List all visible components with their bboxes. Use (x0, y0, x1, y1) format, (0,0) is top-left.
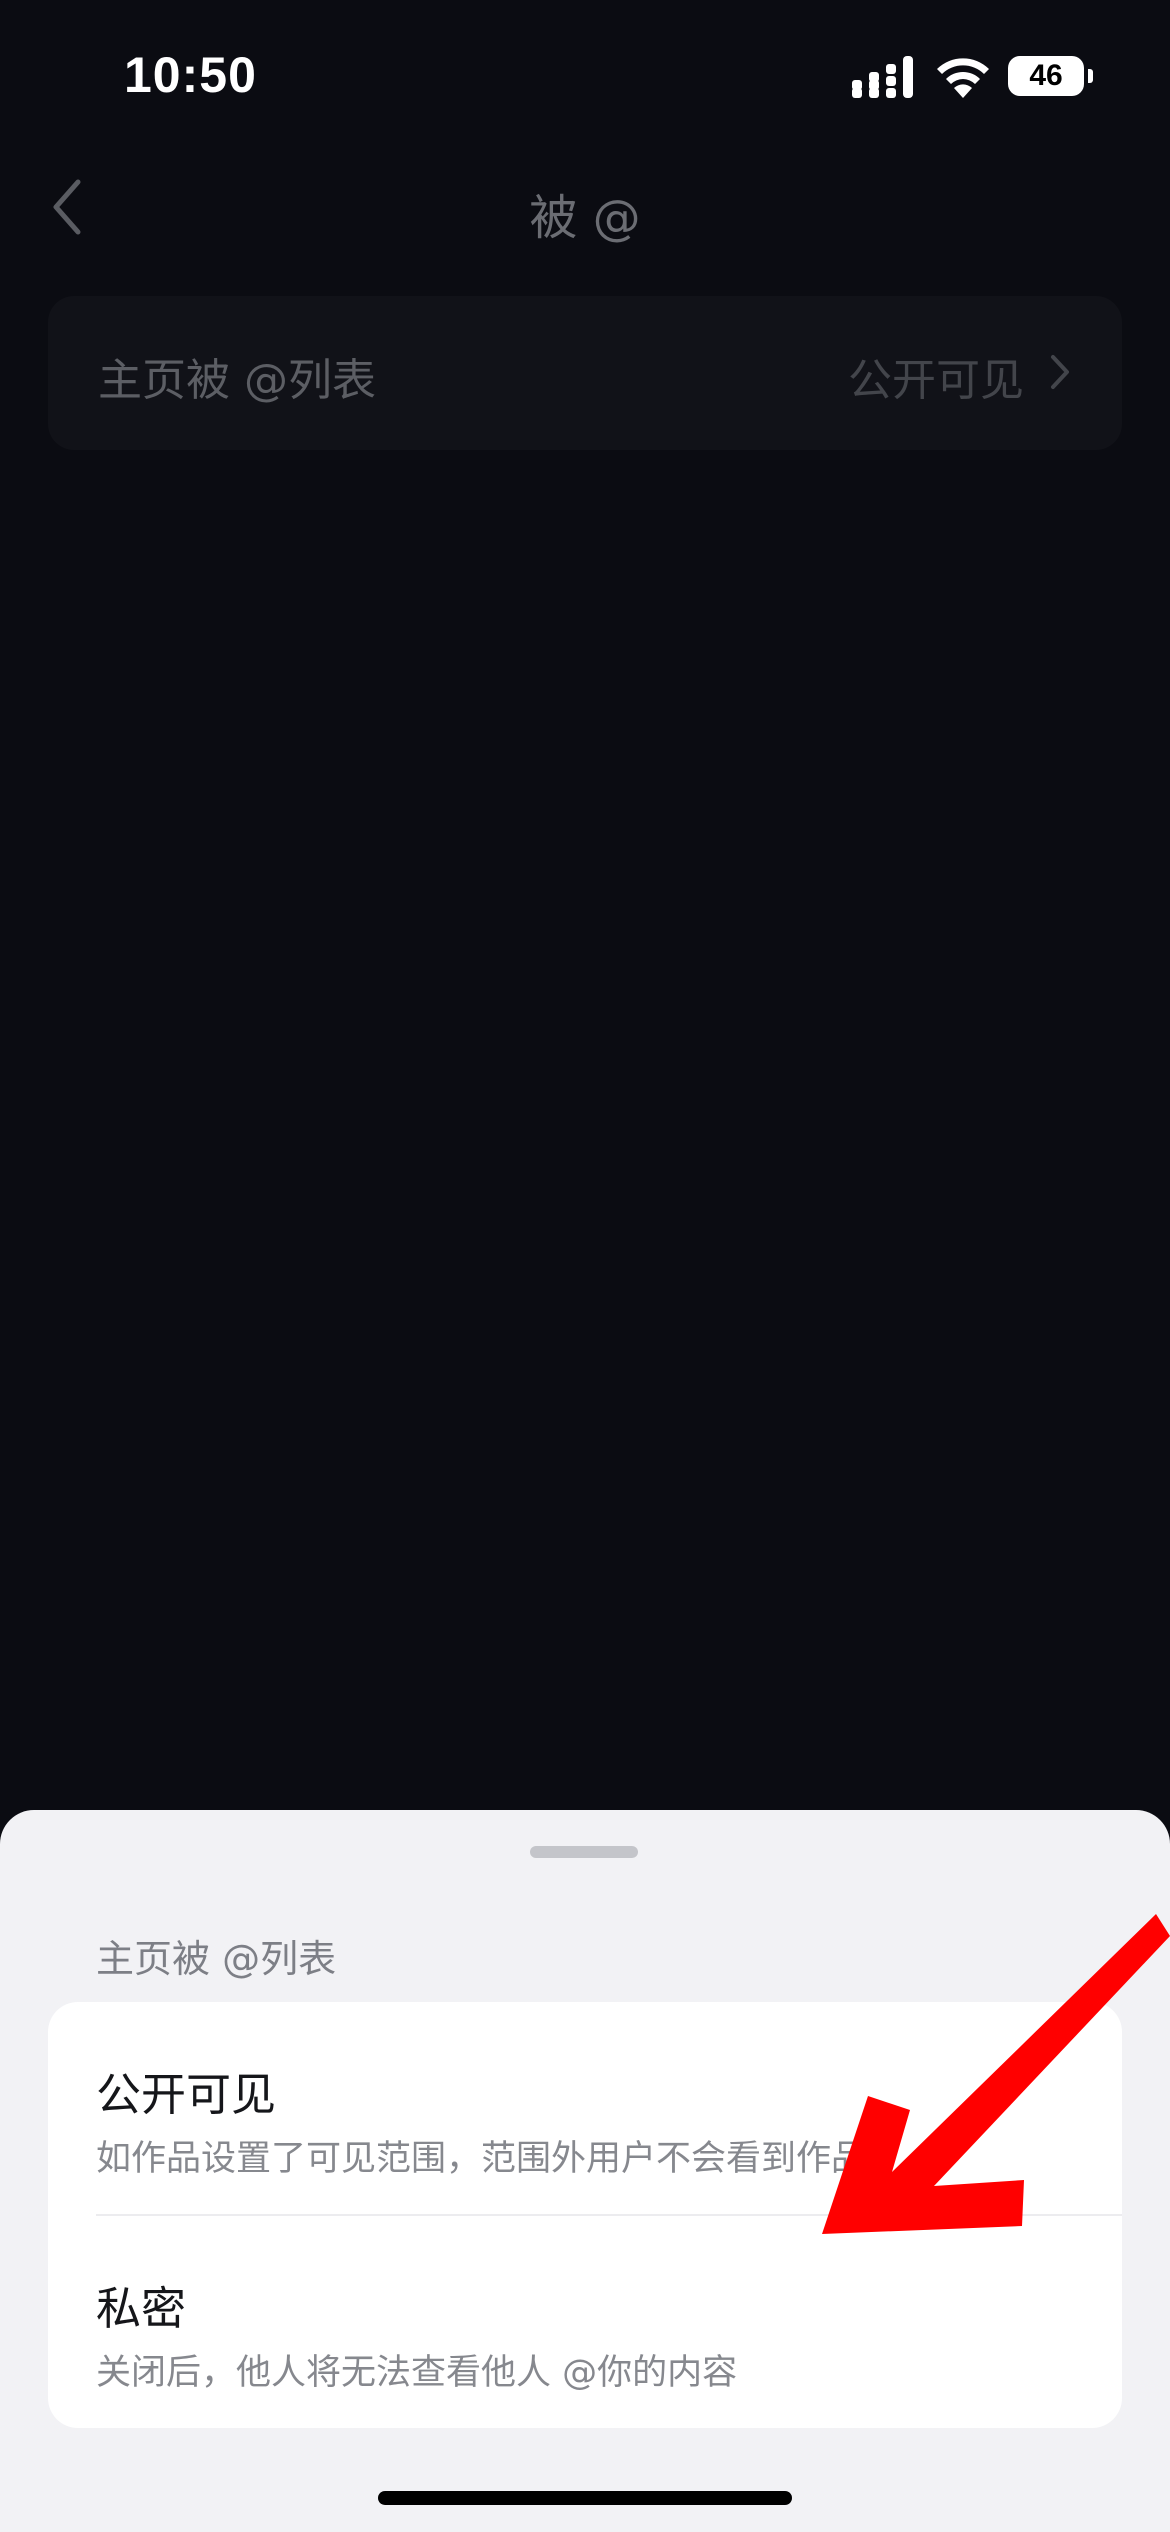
options-card: 公开可见 如作品设置了可见范围，范围外用户不会看到作品 私密 关闭后，他人将无法… (48, 2002, 1122, 2428)
option-title: 私密 (96, 2282, 187, 2335)
setting-row-mention-list[interactable]: 主页被 @列表 公开可见 (48, 296, 1122, 450)
home-indicator (378, 2491, 792, 2505)
signal-icon (852, 56, 913, 98)
option-description: 如作品设置了可见范围，范围外用户不会看到作品 (96, 2139, 867, 2179)
chevron-right-icon (1051, 355, 1069, 389)
setting-label: 主页被 @列表 (98, 355, 376, 406)
status-time: 10:50 (124, 47, 257, 103)
bottom-sheet: 主页被 @列表 公开可见 如作品设置了可见范围，范围外用户不会看到作品 私密 关… (0, 1810, 1170, 2532)
option-private[interactable]: 私密 关闭后，他人将无法查看他人 @你的内容 (48, 2216, 1122, 2428)
page-title: 被 @ (529, 190, 641, 246)
option-public[interactable]: 公开可见 如作品设置了可见范围，范围外用户不会看到作品 (48, 2002, 1122, 2214)
option-title: 公开可见 (96, 2068, 277, 2121)
battery-level: 46 (1029, 59, 1063, 92)
option-description: 关闭后，他人将无法查看他人 @你的内容 (96, 2353, 738, 2393)
setting-value: 公开可见 (848, 355, 1024, 406)
status-bar: 10:50 46 (0, 0, 1170, 150)
nav-bar: 被 @ (0, 160, 1170, 250)
drag-handle[interactable] (530, 1846, 638, 1858)
battery-icon: 46 (1008, 56, 1093, 96)
sheet-title: 主页被 @列表 (96, 1937, 337, 1981)
wifi-icon (937, 58, 989, 98)
